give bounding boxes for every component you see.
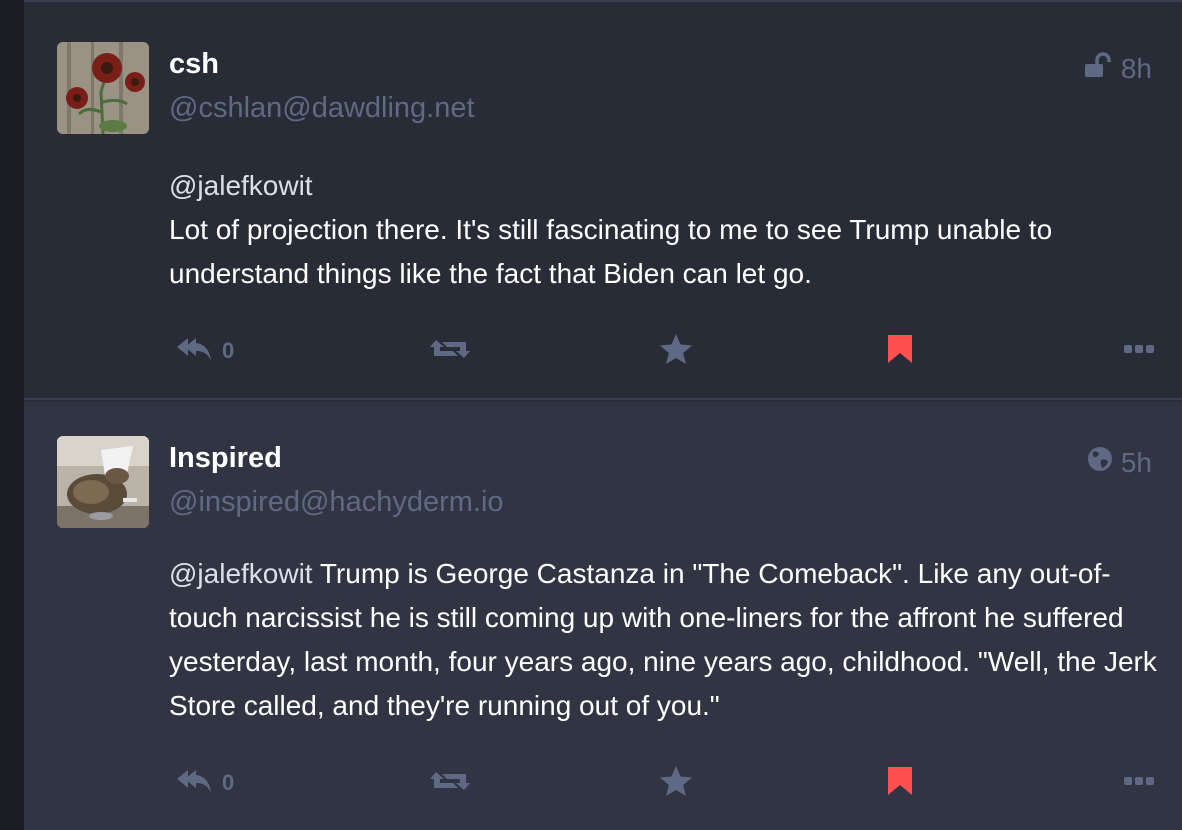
favourite-button[interactable] [658,331,694,371]
left-rail [0,0,24,830]
favourite-button[interactable] [658,763,694,803]
reply-all-icon [174,334,214,369]
reply-all-button[interactable]: 0 [174,331,234,371]
status-text: Lot of projection there. It's still fasc… [169,214,1053,289]
avatar[interactable] [57,436,149,528]
bookmark-icon [886,333,914,370]
boost-icon [428,766,472,801]
timeline: csh @cshlan@dawdling.net 8h @jalefkowit … [24,0,1182,830]
status-content: @jalefkowit Trump is George Castanza in … [169,552,1159,728]
action-bar: 0 [174,331,1154,371]
display-name[interactable]: csh [169,48,219,81]
status-content: @jalefkowit Lot of projection there. It'… [169,164,1159,296]
star-icon [658,764,694,803]
more-button[interactable] [1124,763,1154,803]
bookmark-button[interactable] [886,763,914,803]
ellipsis-icon [1124,774,1154,792]
reply-count: 0 [222,770,235,795]
reply-all-button[interactable]: 0 [174,763,234,803]
globe-icon [1087,446,1113,479]
display-name[interactable]: Inspired [169,442,282,475]
status-card[interactable]: Inspired @inspired@hachyderm.io 5h @jale… [24,402,1182,830]
avatar-flower-image [57,42,149,134]
bookmark-icon [886,765,914,802]
unlock-icon [1083,52,1113,85]
mention-link[interactable]: @jalefkowit [169,170,313,201]
action-bar: 0 [174,763,1154,803]
avatar-cat-image [57,436,149,528]
status-text: Trump is George Castanza in "The Comebac… [169,558,1157,721]
more-button[interactable] [1124,331,1154,371]
status-time[interactable]: 5h [1121,447,1152,479]
status-meta: 5h [1087,446,1152,479]
account-handle[interactable]: @inspired@hachyderm.io [169,486,504,519]
account-handle[interactable]: @cshlan@dawdling.net [169,92,475,125]
bookmark-button[interactable] [886,331,914,371]
avatar[interactable] [57,42,149,134]
star-icon [658,332,694,371]
page: csh @cshlan@dawdling.net 8h @jalefkowit … [0,0,1182,830]
mention-link[interactable]: @jalefkowit [169,558,313,589]
reply-count: 0 [222,338,235,363]
status-meta: 8h [1083,52,1152,85]
boost-button[interactable] [428,763,472,803]
reply-all-icon [174,766,214,801]
status-time[interactable]: 8h [1121,53,1152,85]
boost-icon [428,334,472,369]
ellipsis-icon [1124,342,1154,360]
boost-button[interactable] [428,331,472,371]
status-card[interactable]: csh @cshlan@dawdling.net 8h @jalefkowit … [24,8,1182,400]
